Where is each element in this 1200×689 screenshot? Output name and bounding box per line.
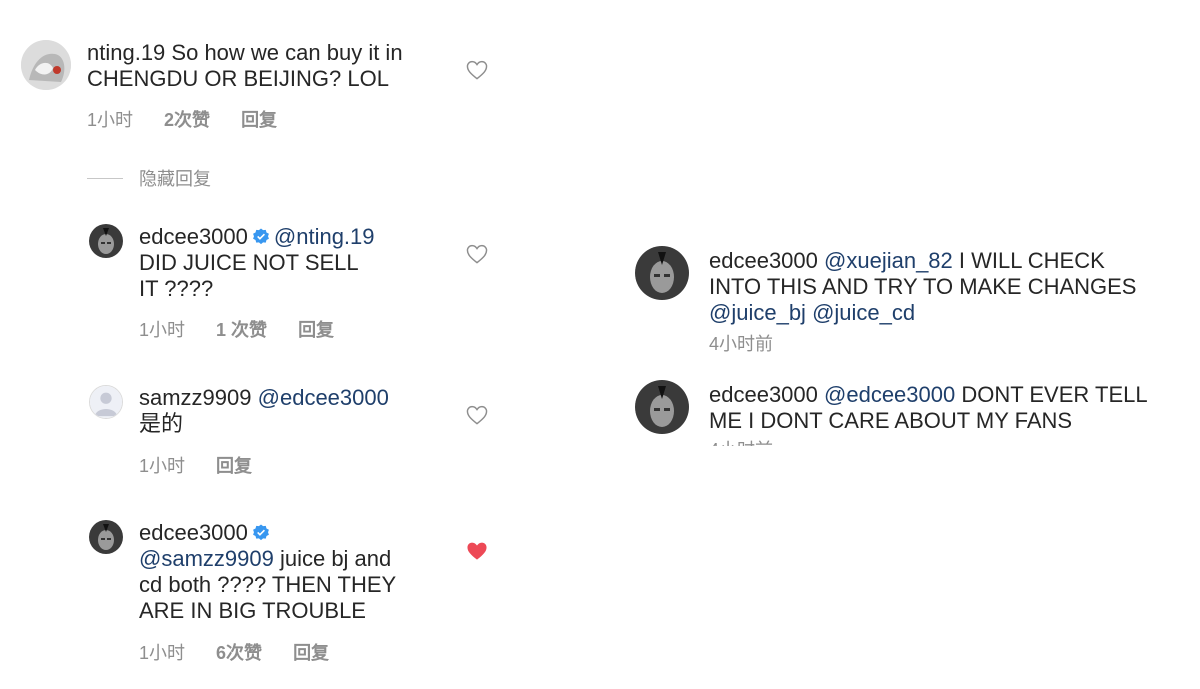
- reply-button[interactable]: 回复: [241, 106, 277, 132]
- comment-text-line: cd both ???? THEN THEY: [139, 572, 397, 597]
- timestamp: 1小时: [139, 456, 186, 476]
- comment-text: samzz9909 @edcee3000 是的: [139, 385, 389, 437]
- comment-text-line: ARE IN BIG TROUBLE: [139, 598, 366, 623]
- avatar[interactable]: [89, 224, 123, 258]
- timestamp: 4小时前: [709, 334, 774, 354]
- username[interactable]: edcee3000: [709, 382, 818, 407]
- heart-icon[interactable]: [466, 60, 488, 80]
- comment-text: edcee3000 @nting.19 DID JUICE NOT SELL IT…: [139, 224, 375, 302]
- avatar[interactable]: [21, 40, 71, 90]
- username[interactable]: nting.19: [87, 40, 165, 65]
- like-count[interactable]: 2次赞: [164, 106, 210, 132]
- comment-text-line: DONT EVER TELL: [955, 382, 1148, 407]
- mention-link[interactable]: @juice_bj: [709, 300, 806, 325]
- mention-link[interactable]: @xuejian_82: [824, 248, 953, 273]
- heart-filled-icon[interactable]: [466, 541, 488, 561]
- comment-text-line: INTO THIS AND TRY TO MAKE CHANGES: [709, 274, 1137, 299]
- timestamp: 4小时前: [709, 436, 773, 446]
- mention-link[interactable]: @juice_cd: [812, 300, 915, 325]
- comment-text-line: So how we can buy it in: [171, 40, 403, 65]
- divider: [87, 177, 123, 179]
- username[interactable]: edcee3000: [139, 520, 248, 545]
- avatar[interactable]: [89, 520, 123, 554]
- avatar[interactable]: [635, 380, 689, 434]
- like-count[interactable]: 6次赞: [216, 639, 262, 665]
- comment-text-line: ME I DONT CARE ABOUT MY FANS: [709, 408, 1073, 433]
- comment-text-line: IT ????: [139, 276, 214, 301]
- reply-button[interactable]: 回复: [293, 639, 329, 665]
- comment-text-line: 是的: [139, 411, 184, 436]
- comment-text: nting.19 So how we can buy it in CHENGDU…: [87, 40, 403, 92]
- timestamp: 1小时: [87, 110, 134, 130]
- clipped-meta: 4小时前: [709, 436, 829, 446]
- comment-meta: 1小时 6次赞 回复: [139, 639, 355, 665]
- mention-link[interactable]: @nting.19: [274, 224, 375, 249]
- comment-meta: 4小时前: [709, 436, 799, 446]
- timestamp: 1小时: [139, 320, 186, 340]
- comment-text: edcee3000 @xuejian_82 I WILL CHECK INTO …: [709, 248, 1137, 326]
- timestamp: 1小时: [139, 643, 186, 663]
- avatar[interactable]: [635, 246, 689, 300]
- comment-meta: 1小时 1 次赞 回复: [139, 316, 360, 342]
- verified-badge-icon: [252, 524, 270, 542]
- username[interactable]: samzz9909: [139, 385, 252, 410]
- mention-link[interactable]: @edcee3000: [258, 385, 389, 410]
- comment-text-line: CHENGDU OR BEIJING? LOL: [87, 66, 389, 91]
- like-count[interactable]: 1 次赞: [216, 316, 267, 342]
- comment-text: edcee3000 @edcee3000 DONT EVER TELL ME I…: [709, 382, 1148, 434]
- comment-text-line: DID JUICE NOT SELL: [139, 250, 359, 275]
- comment-text-line: juice bj and: [273, 546, 392, 571]
- mention-link[interactable]: @samzz9909: [139, 546, 274, 571]
- heart-icon[interactable]: [466, 244, 488, 264]
- mention-link[interactable]: @edcee3000: [824, 382, 955, 407]
- verified-badge-icon: [252, 228, 270, 246]
- username[interactable]: edcee3000: [139, 224, 248, 249]
- hide-replies-button[interactable]: 隐藏回复: [87, 165, 211, 191]
- comment-text: edcee3000 @samzz9909 juice bj and cd bot…: [139, 520, 396, 624]
- comment-text-line: I WILL CHECK: [952, 248, 1105, 273]
- heart-icon[interactable]: [466, 405, 488, 425]
- reply-button[interactable]: 回复: [298, 316, 334, 342]
- comment-meta: 1小时 回复: [139, 452, 278, 478]
- comment-meta: 1小时 2次赞 回复: [87, 106, 303, 132]
- reply-button[interactable]: 回复: [216, 452, 252, 478]
- username[interactable]: edcee3000: [709, 248, 818, 273]
- hide-replies-label: 隐藏回复: [139, 169, 211, 189]
- avatar[interactable]: [89, 385, 123, 419]
- comment-meta: 4小时前: [709, 330, 799, 356]
